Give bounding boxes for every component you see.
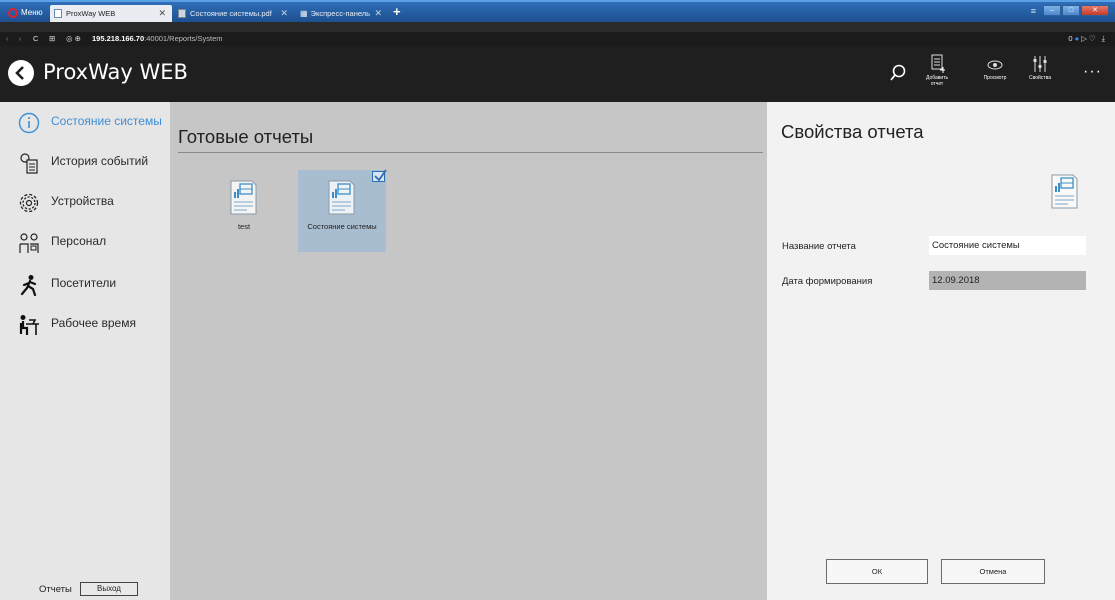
- back-button[interactable]: [8, 60, 34, 86]
- add-report-label: Добавить отчет: [926, 75, 949, 87]
- info-icon: [18, 112, 40, 134]
- sidebar-item-label: Состояние системы: [51, 114, 162, 128]
- window-controls: ≡ – □ ✕: [1031, 5, 1109, 16]
- browser-menu-label: Меню: [21, 8, 43, 17]
- sidebar-item-work-time[interactable]: Рабочее время: [0, 308, 170, 340]
- page-title: Готовые отчеты: [178, 126, 314, 147]
- new-tab-button[interactable]: +: [393, 5, 401, 19]
- selected-checkbox[interactable]: [372, 169, 387, 182]
- tab-menu-icon[interactable]: ≡: [1031, 6, 1036, 16]
- report-document-icon: [1051, 174, 1078, 209]
- url-host: 195.218.166.70: [92, 34, 145, 43]
- app-title: ProxWay WEB: [43, 60, 188, 84]
- properties-label: Свойства: [1029, 75, 1051, 81]
- site-info-icon[interactable]: ◎ ⊕: [66, 32, 81, 46]
- sidebar-footer: Отчеты Выход: [0, 580, 170, 600]
- sidebar-item-system-state[interactable]: Состояние системы: [0, 106, 170, 138]
- url-path: :40001/Reports/System: [144, 34, 223, 43]
- browser-toolbar-strip: [0, 22, 1115, 32]
- report-name: Состояние системы: [307, 222, 377, 231]
- browser-tab-strip: Меню ProxWay WEB ✕ Состояние системы.pdf…: [0, 0, 1115, 22]
- report-properties-panel: Свойства отчета Название отчета Состояни…: [767, 102, 1115, 600]
- add-report-icon: [931, 54, 945, 73]
- minimize-button[interactable]: –: [1043, 5, 1061, 16]
- creation-date-label: Дата формирования: [782, 276, 873, 287]
- sidebar-item-staff[interactable]: Персонал: [0, 226, 170, 258]
- more-menu-button[interactable]: ···: [1083, 63, 1102, 81]
- close-window-button[interactable]: ✕: [1081, 5, 1109, 16]
- page-favicon-icon: [54, 9, 62, 18]
- title-divider: [178, 152, 763, 153]
- creation-date-field: 12.09.2018: [929, 271, 1086, 290]
- address-bar-actions: 0●▷♡ ⤓: [1068, 34, 1107, 43]
- desk-worker-icon: [19, 315, 39, 335]
- back-arrow-icon: [15, 66, 24, 80]
- ok-button[interactable]: ОК: [826, 559, 928, 584]
- vpn-badge-icon[interactable]: ●: [1075, 34, 1082, 43]
- maximize-button[interactable]: □: [1062, 5, 1080, 16]
- reports-main-area: Готовые отчеты test Состояние системы: [170, 102, 767, 600]
- sidebar-item-event-history[interactable]: История событий: [0, 146, 170, 178]
- logout-button[interactable]: Выход: [80, 582, 138, 596]
- report-name: test: [237, 222, 251, 231]
- sidebar-item-label: Рабочее время: [51, 316, 136, 330]
- close-tab-icon[interactable]: ✕: [158, 5, 166, 22]
- browser-tab-label: ProxWay WEB: [66, 9, 116, 18]
- report-document-icon: [230, 180, 257, 215]
- browser-tab-pdf[interactable]: Состояние системы.pdf ✕: [174, 5, 294, 22]
- document-icon: [178, 9, 186, 18]
- search-icon: [890, 64, 906, 81]
- sidebar-item-label: Персонал: [51, 234, 107, 248]
- panel-title: Свойства отчета: [781, 121, 924, 142]
- speed-dial-grid-icon[interactable]: ⊞: [49, 32, 55, 46]
- sidebar: Состояние системы История событий Устрой…: [0, 102, 170, 600]
- staff-icon: [19, 233, 39, 253]
- close-tab-icon[interactable]: ✕: [374, 5, 382, 22]
- properties-button[interactable]: Свойства: [1027, 54, 1053, 81]
- add-report-button[interactable]: Добавить отчет: [926, 54, 948, 87]
- browser-tab-label: Состояние системы.pdf: [190, 9, 272, 18]
- browser-tab-proxway[interactable]: ProxWay WEB ✕: [50, 5, 172, 22]
- sidebar-item-label: Устройства: [51, 194, 114, 208]
- sliders-icon: [1033, 56, 1047, 72]
- sidebar-item-devices[interactable]: Устройства: [0, 186, 170, 218]
- report-name-field[interactable]: Состояние системы: [929, 236, 1086, 255]
- eye-icon: [987, 60, 1003, 70]
- sidebar-item-label: История событий: [51, 154, 149, 168]
- view-label: Просмотр: [983, 75, 1007, 81]
- browser-menu-button[interactable]: Меню: [4, 5, 49, 20]
- walking-person-icon: [20, 275, 37, 296]
- checkmark-icon: [374, 169, 387, 182]
- opera-logo-icon: [8, 7, 18, 18]
- event-history-icon: [20, 153, 38, 174]
- reload-icon[interactable]: C: [33, 32, 38, 46]
- sidebar-item-visitors[interactable]: Посетители: [0, 268, 170, 300]
- url-field[interactable]: 195.218.166.70:40001/Reports/System: [92, 32, 223, 46]
- report-document-icon: [328, 180, 355, 215]
- app-header: ProxWay WEB Добавить отчет Просмотр Свой…: [0, 46, 1115, 102]
- browser-tab-label: Экспресс-панель: [310, 9, 371, 18]
- browser-tab-speed-dial[interactable]: ▦ Экспресс-панель ✕: [296, 5, 388, 22]
- report-tile-test[interactable]: test: [200, 170, 288, 252]
- back-forward-icon[interactable]: ‹ ›: [6, 32, 25, 46]
- close-tab-icon[interactable]: ✕: [280, 5, 288, 22]
- search-button[interactable]: [889, 64, 907, 84]
- reports-footer-label: Отчеты: [39, 584, 72, 595]
- sidebar-item-label: Посетители: [51, 276, 117, 290]
- report-name-label: Название отчета: [782, 241, 856, 252]
- speed-dial-icon: ▦: [300, 9, 308, 18]
- gears-icon: [19, 193, 39, 213]
- address-bar: ‹ › C ⊞ ◎ ⊕ 195.218.166.70:40001/Reports…: [0, 32, 1115, 46]
- report-tile-system-state[interactable]: Состояние системы: [298, 169, 387, 252]
- cancel-button[interactable]: Отмена: [941, 559, 1045, 584]
- view-button[interactable]: Просмотр: [978, 54, 1012, 81]
